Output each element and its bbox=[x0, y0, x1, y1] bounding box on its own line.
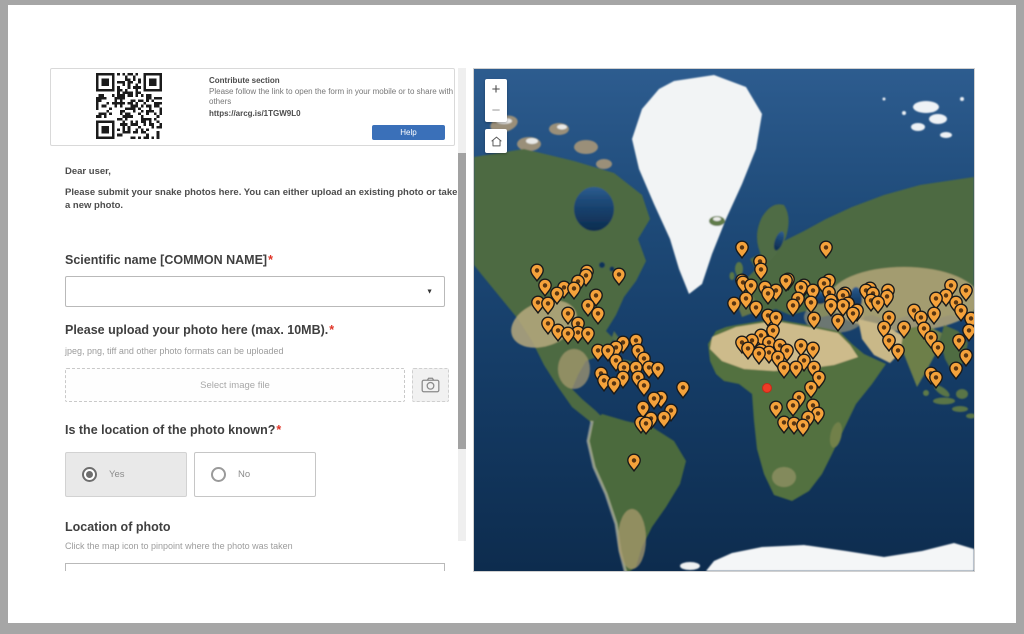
scientific-name-label: Scientific name [COMMON NAME]* bbox=[65, 253, 273, 267]
map-pin[interactable] bbox=[762, 287, 774, 304]
map-pin[interactable] bbox=[790, 361, 802, 378]
map-pin[interactable] bbox=[805, 381, 817, 398]
required-asterisk: * bbox=[329, 323, 334, 337]
map-pin[interactable] bbox=[608, 377, 620, 394]
map-pin[interactable] bbox=[770, 401, 782, 418]
photo-location-hint: Click the map icon to pinpoint where the… bbox=[65, 541, 293, 551]
contribute-text-block: Contribute section Please follow the lin… bbox=[209, 76, 465, 118]
map-pins-layer bbox=[474, 69, 974, 571]
photo-location-label: Location of photo bbox=[65, 520, 171, 534]
map-pin[interactable] bbox=[932, 341, 944, 358]
map-pin[interactable] bbox=[568, 282, 580, 299]
map-pin[interactable] bbox=[805, 296, 817, 313]
map-pin[interactable] bbox=[652, 362, 664, 379]
map-pin[interactable] bbox=[562, 327, 574, 344]
radio-unselected-icon bbox=[211, 467, 226, 482]
map-pin[interactable] bbox=[787, 299, 799, 316]
map-pin[interactable] bbox=[820, 241, 832, 258]
page: Contribute section Please follow the lin… bbox=[8, 5, 1016, 623]
map-pin[interactable] bbox=[658, 411, 670, 428]
map-pin[interactable] bbox=[950, 362, 962, 379]
map-pin[interactable] bbox=[613, 268, 625, 285]
map-pin[interactable] bbox=[797, 419, 809, 436]
zoom-out-button[interactable]: − bbox=[485, 101, 507, 122]
radio-selected-icon bbox=[82, 467, 97, 482]
option-yes[interactable]: Yes bbox=[65, 452, 187, 497]
map-pin[interactable] bbox=[872, 296, 884, 313]
required-asterisk: * bbox=[268, 253, 273, 267]
map-canvas[interactable]: + − bbox=[473, 68, 975, 572]
map-pin[interactable] bbox=[832, 314, 844, 331]
scientific-name-select[interactable]: ▼ bbox=[65, 276, 445, 307]
map-pin[interactable] bbox=[736, 241, 748, 258]
map-pin[interactable] bbox=[930, 371, 942, 388]
form-scrollbar-thumb[interactable] bbox=[458, 153, 466, 449]
location-known-label: Is the location of the photo known?* bbox=[65, 423, 281, 437]
map-pin[interactable] bbox=[592, 307, 604, 324]
help-button[interactable]: Help bbox=[372, 125, 445, 140]
greeting-text: Dear user, bbox=[65, 165, 111, 178]
map-pin[interactable] bbox=[677, 381, 689, 398]
map-pin[interactable] bbox=[787, 399, 799, 416]
map-pin[interactable] bbox=[898, 321, 910, 338]
map-pin[interactable] bbox=[542, 297, 554, 314]
map-pin[interactable] bbox=[778, 361, 790, 378]
zoom-in-button[interactable]: + bbox=[485, 79, 507, 101]
map-pin[interactable] bbox=[892, 344, 904, 361]
map-pin[interactable] bbox=[628, 454, 640, 471]
contribute-description: Please follow the link to open the form … bbox=[209, 87, 465, 107]
contribute-link: https://arcg.is/1TGW9L0 bbox=[209, 109, 465, 118]
map-pin[interactable] bbox=[953, 334, 965, 351]
option-no[interactable]: No bbox=[194, 452, 316, 497]
chevron-down-icon: ▼ bbox=[426, 288, 433, 295]
camera-button[interactable] bbox=[412, 368, 449, 402]
map-pin[interactable] bbox=[531, 264, 543, 281]
map-pin[interactable] bbox=[930, 292, 942, 309]
intro-text: Please submit your snake photos here. Yo… bbox=[65, 186, 463, 213]
map-pin[interactable] bbox=[755, 263, 767, 280]
map-pin[interactable] bbox=[753, 347, 765, 364]
photo-upload-label: Please upload your photo here (max. 10MB… bbox=[65, 323, 334, 337]
location-input-partial[interactable] bbox=[65, 563, 445, 571]
camera-icon bbox=[421, 377, 440, 393]
map-pin[interactable] bbox=[750, 301, 762, 318]
map-pin[interactable] bbox=[539, 279, 551, 296]
required-asterisk: * bbox=[276, 423, 281, 437]
map-pin[interactable] bbox=[728, 297, 740, 314]
map-pin[interactable] bbox=[582, 327, 594, 344]
home-button[interactable] bbox=[485, 129, 507, 153]
option-no-label: No bbox=[238, 469, 250, 480]
selected-location-dot bbox=[763, 384, 772, 393]
photo-upload-hint: jpeg, png, tiff and other photo formats … bbox=[65, 346, 284, 356]
map-pin[interactable] bbox=[960, 349, 972, 366]
map-pin[interactable] bbox=[742, 342, 754, 359]
zoom-control: + − bbox=[485, 79, 507, 122]
select-image-file-button[interactable]: Select image file bbox=[65, 368, 405, 402]
option-yes-label: Yes bbox=[109, 469, 125, 480]
map-pin[interactable] bbox=[795, 339, 807, 356]
qr-code bbox=[96, 73, 162, 139]
home-icon bbox=[490, 135, 503, 148]
contribute-card: Contribute section Please follow the lin… bbox=[50, 68, 455, 146]
map-pin[interactable] bbox=[928, 307, 940, 324]
map-pin[interactable] bbox=[825, 299, 837, 316]
contribute-title: Contribute section bbox=[209, 76, 465, 85]
map-pin[interactable] bbox=[638, 379, 650, 396]
map-pin[interactable] bbox=[808, 312, 820, 329]
